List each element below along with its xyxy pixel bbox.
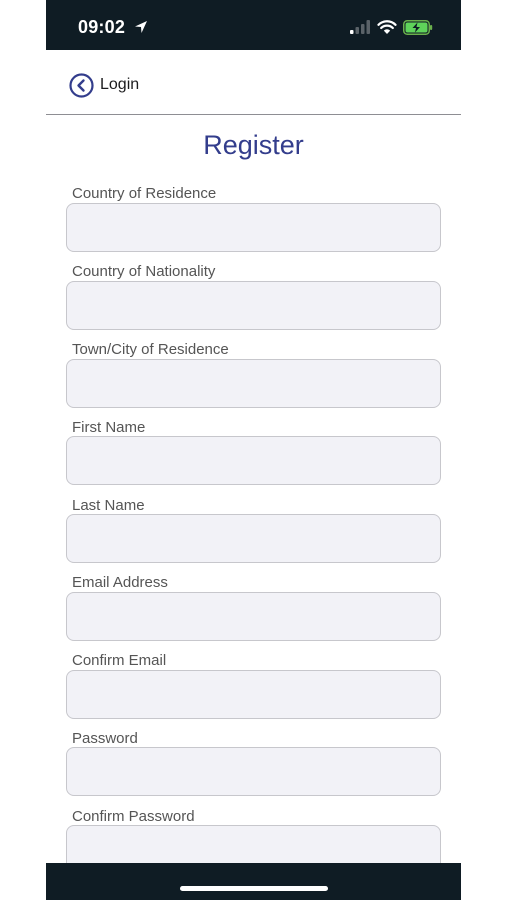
status-time: 09:02 xyxy=(78,17,126,37)
page-title: Register xyxy=(203,130,304,160)
password-label: Password xyxy=(72,730,138,747)
chevron-left-circle-icon xyxy=(69,72,94,98)
location-arrow-icon xyxy=(135,21,147,33)
town-city-label: Town/City of Residence xyxy=(72,341,229,358)
country-of-residence-input[interactable] xyxy=(66,203,441,252)
back-label: Login xyxy=(100,76,140,93)
back-to-login-button[interactable]: Login xyxy=(69,72,139,98)
nav-bar: Login xyxy=(46,50,461,115)
town-city-input[interactable] xyxy=(66,359,441,408)
last-name-label: Last Name xyxy=(72,497,145,514)
confirm-email-input[interactable] xyxy=(66,670,441,719)
home-indicator-area xyxy=(46,863,461,900)
confirm-email-label: Confirm Email xyxy=(72,652,167,669)
email-address-input[interactable] xyxy=(66,592,441,641)
phone-screen: 09:02 Login Register Country of Residenc… xyxy=(46,0,461,900)
country-of-nationality-input[interactable] xyxy=(66,281,441,330)
status-bar: 09:02 xyxy=(46,0,461,50)
home-indicator[interactable] xyxy=(180,886,328,891)
password-input[interactable] xyxy=(66,747,441,796)
cellular-signal-icon xyxy=(350,20,370,34)
email-address-label: Email Address xyxy=(72,574,168,591)
first-name-input[interactable] xyxy=(66,436,441,485)
wifi-icon xyxy=(377,20,397,34)
country-of-residence-label: Country of Residence xyxy=(72,185,217,202)
first-name-label: First Name xyxy=(72,419,146,436)
battery-charging-icon xyxy=(403,20,433,35)
last-name-input[interactable] xyxy=(66,514,441,563)
confirm-password-label: Confirm Password xyxy=(72,808,195,825)
country-of-nationality-label: Country of Nationality xyxy=(72,263,216,280)
